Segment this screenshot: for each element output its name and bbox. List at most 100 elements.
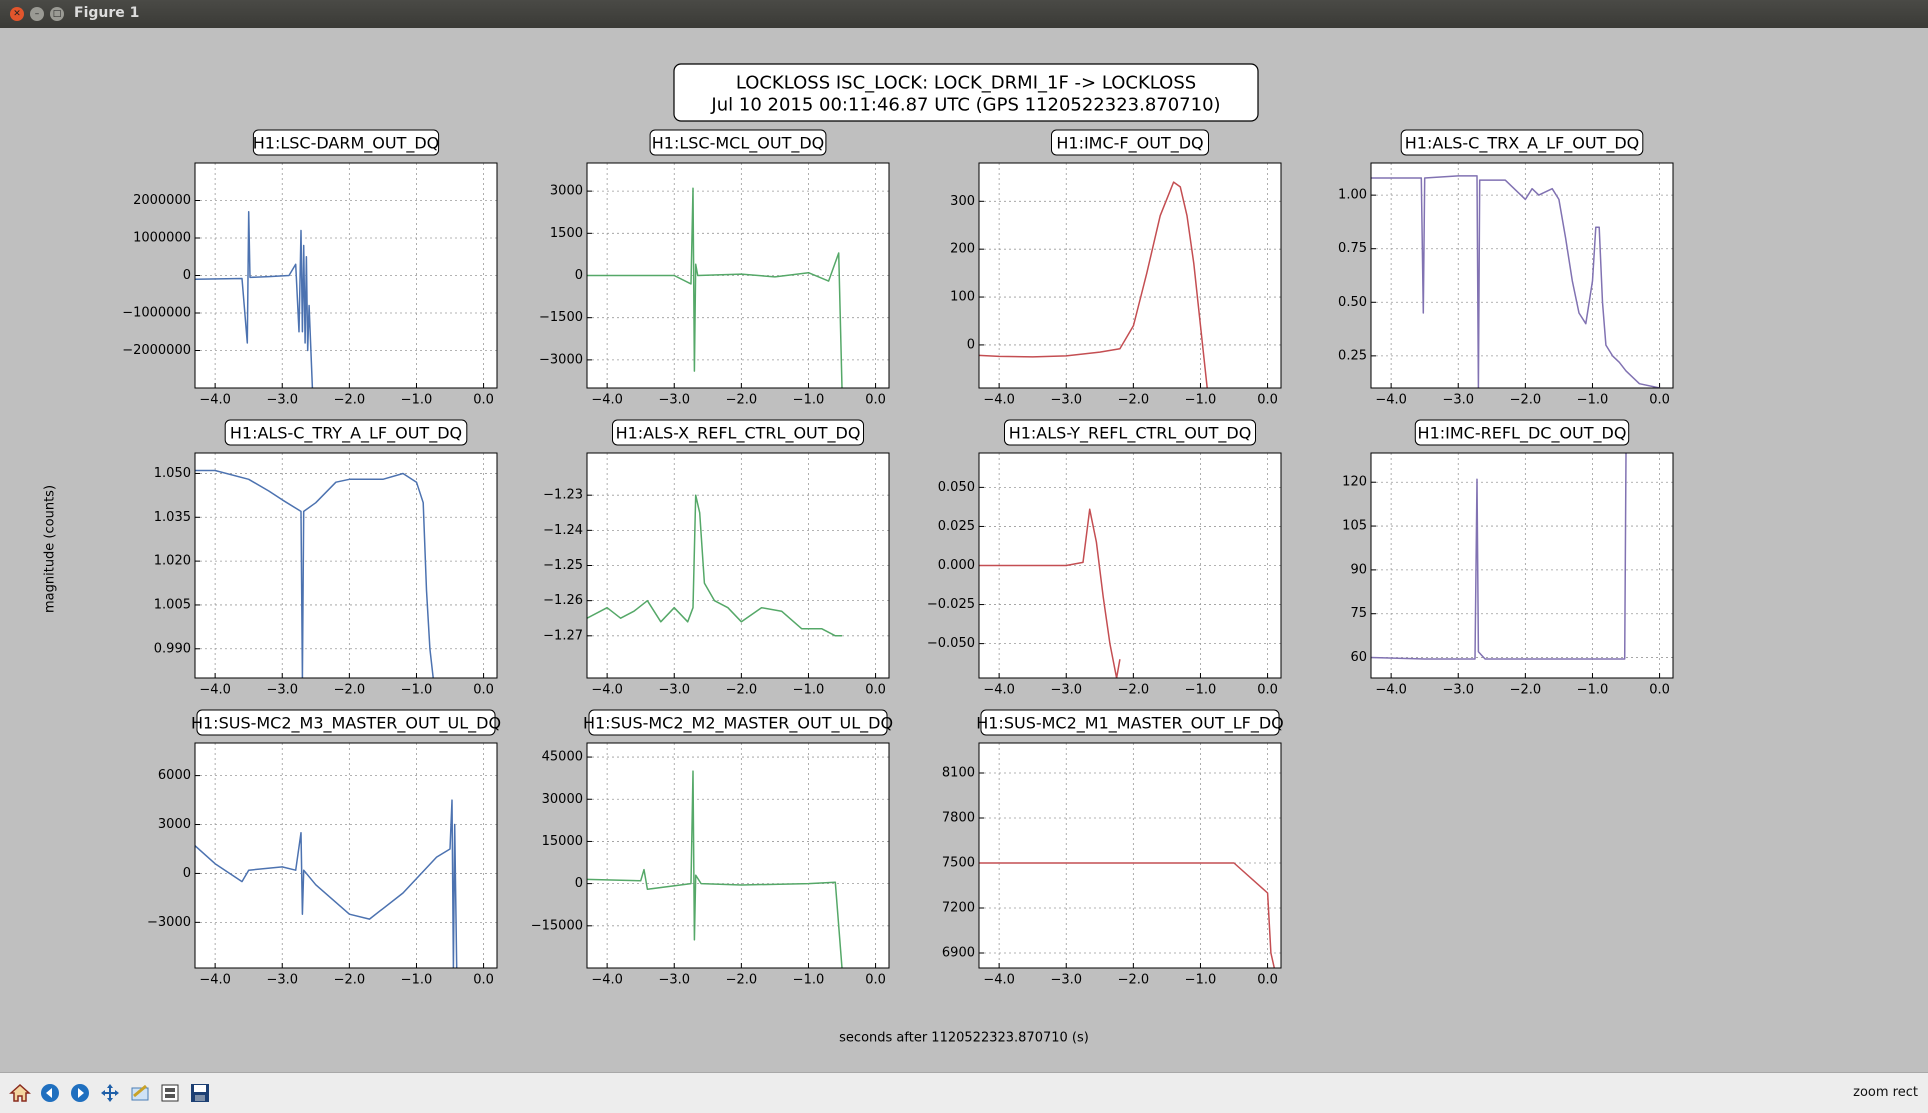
figure-svg: LOCKLOSS ISC_LOCK: LOCK_DRMI_1F -> LOCKL… <box>43 63 1674 1046</box>
x-tick-label: −4.0 <box>199 683 231 698</box>
y-tick-label: 75 <box>1350 606 1367 621</box>
subplot-4[interactable]: H1:ALS-C_TRX_A_LF_OUT_DQ −4.0 −3.0 −2.0 −1.0… <box>1338 129 1674 408</box>
y-tick-label: 120 <box>1342 475 1367 490</box>
x-tick-label: −3.0 <box>266 683 298 698</box>
y-tick-label: −1.23 <box>543 488 583 503</box>
y-tick-label: 0 <box>575 268 583 283</box>
subplots-icon[interactable] <box>158 1081 182 1105</box>
subplot-9[interactable]: H1:SUS-MC2_M3_MASTER_OUT_UL_DQ −4.0 −3.0 −2… <box>147 709 501 988</box>
x-tick-label: −4.0 <box>983 973 1015 988</box>
y-tick-label: −2000000 <box>122 343 191 358</box>
subplot-title: H1:ALS-Y_REFL_CTRL_OUT_DQ <box>1009 424 1252 444</box>
x-tick-label: −3.0 <box>658 393 690 408</box>
y-tick-label: −1.25 <box>543 558 583 573</box>
subplot-7[interactable]: H1:ALS-Y_REFL_CTRL_OUT_DQ −4.0 −3.0 −2.0 −1.… <box>927 419 1282 698</box>
x-tick-label: 0.0 <box>1649 393 1670 408</box>
x-tick-label: −2.0 <box>1118 683 1150 698</box>
x-tick-label: −2.0 <box>726 393 758 408</box>
y-tick-label: 0.990 <box>154 641 191 656</box>
x-tick-label: 0.0 <box>1257 683 1278 698</box>
x-tick-label: −1.0 <box>1185 393 1217 408</box>
y-tick-label: 0 <box>967 337 975 352</box>
plot-area <box>979 163 1281 388</box>
x-tick-label: −3.0 <box>266 973 298 988</box>
y-tick-label: 0.050 <box>938 480 975 495</box>
subplot-title: H1:IMC-REFL_DC_OUT_DQ <box>1418 424 1627 444</box>
y-tick-label: 8100 <box>942 766 975 781</box>
figure-ylabel: magnitude (counts) <box>43 485 58 613</box>
x-tick-label: 0.0 <box>865 683 886 698</box>
y-tick-label: −1500 <box>539 310 583 325</box>
y-tick-label: 2000000 <box>133 193 191 208</box>
subplot-5[interactable]: H1:ALS-C_TRY_A_LF_OUT_DQ −4.0 −3.0 −2.0 −1.0… <box>154 419 498 698</box>
subplot-10[interactable]: H1:SUS-MC2_M2_MASTER_OUT_UL_DQ −4.0 −3.0 −2… <box>531 709 893 988</box>
x-tick-label: 0.0 <box>865 973 886 988</box>
subplot-8[interactable]: H1:IMC-REFL_DC_OUT_DQ −4.0 −3.0 −2.0 −1.0 0.0… <box>1342 419 1674 698</box>
plot-area <box>195 453 497 678</box>
subplot-title: H1:SUS-MC2_M2_MASTER_OUT_UL_DQ <box>583 714 893 734</box>
x-tick-label: −4.0 <box>983 393 1015 408</box>
close-window-icon[interactable]: ✕ <box>10 7 24 21</box>
y-tick-label: −1.27 <box>543 628 583 643</box>
y-tick-label: −0.050 <box>927 636 975 651</box>
y-tick-label: 1.020 <box>154 554 191 569</box>
x-tick-label: −3.0 <box>1050 393 1082 408</box>
forward-arrow-icon[interactable] <box>68 1081 92 1105</box>
subplot-1[interactable]: H1:LSC-DARM_OUT_DQ −4.0 −3.0 −2.0 −1.0 0.0 200… <box>122 129 498 408</box>
y-tick-label: 90 <box>1350 562 1367 577</box>
y-tick-label: 30000 <box>542 792 583 807</box>
y-tick-label: 0 <box>183 866 191 881</box>
save-icon[interactable] <box>188 1081 212 1105</box>
y-tick-label: 0.50 <box>1338 295 1367 310</box>
pan-icon[interactable] <box>98 1081 122 1105</box>
subplot-title: H1:LSC-DARM_OUT_DQ <box>253 134 440 154</box>
x-tick-label: −3.0 <box>658 683 690 698</box>
x-tick-label: −1.0 <box>1185 973 1217 988</box>
y-tick-label: −1.24 <box>543 523 583 538</box>
x-tick-label: −4.0 <box>1375 393 1407 408</box>
subplot-11[interactable]: H1:SUS-MC2_M1_MASTER_OUT_LF_DQ −4.0 −3.0 −2… <box>942 709 1284 988</box>
toolbar-status: zoom rect <box>1853 1085 1918 1100</box>
y-tick-label: 3000 <box>550 184 583 199</box>
x-tick-label: −3.0 <box>1050 683 1082 698</box>
y-tick-label: 105 <box>1342 519 1367 534</box>
x-tick-label: −1.0 <box>1185 683 1217 698</box>
zoom-icon[interactable] <box>128 1081 152 1105</box>
x-tick-label: −1.0 <box>401 393 433 408</box>
y-tick-label: 1.035 <box>154 510 191 525</box>
home-icon[interactable] <box>8 1081 32 1105</box>
x-tick-label: 0.0 <box>1257 393 1278 408</box>
x-tick-label: −2.0 <box>726 683 758 698</box>
y-tick-label: 100 <box>950 290 975 305</box>
x-tick-label: −1.0 <box>793 393 825 408</box>
x-tick-label: −2.0 <box>1118 973 1150 988</box>
plot-area <box>979 743 1281 968</box>
x-tick-label: −2.0 <box>1510 393 1542 408</box>
back-arrow-icon[interactable] <box>38 1081 62 1105</box>
maximize-window-icon[interactable]: □ <box>50 7 64 21</box>
subplot-2[interactable]: H1:LSC-MCL_OUT_DQ −4.0 −3.0 −2.0 −1.0 0.0 3000… <box>539 129 890 408</box>
x-tick-label: −3.0 <box>266 393 298 408</box>
x-tick-label: −3.0 <box>1050 973 1082 988</box>
x-tick-label: −2.0 <box>334 683 366 698</box>
y-tick-label: 60 <box>1350 650 1367 665</box>
minimize-window-icon[interactable]: – <box>30 7 44 21</box>
y-tick-label: 1500 <box>550 226 583 241</box>
y-tick-label: −1000000 <box>122 306 191 321</box>
figure-canvas[interactable]: LOCKLOSS ISC_LOCK: LOCK_DRMI_1F -> LOCKL… <box>6 28 1922 1070</box>
subplot-6[interactable]: H1:ALS-X_REFL_CTRL_OUT_DQ −4.0 −3.0 −2.0 −1.… <box>543 419 890 698</box>
figure-title-box: LOCKLOSS ISC_LOCK: LOCK_DRMI_1F -> LOCKL… <box>673 63 1259 122</box>
x-tick-label: −4.0 <box>199 973 231 988</box>
y-tick-label: 6000 <box>158 768 191 783</box>
x-tick-label: −2.0 <box>726 973 758 988</box>
y-tick-label: −3000 <box>539 352 583 367</box>
subplot-3[interactable]: H1:IMC-F_OUT_DQ −4.0 −3.0 −2.0 −1.0 0.0 300 200… <box>950 129 1282 408</box>
plot-area <box>195 743 497 968</box>
y-tick-label: −3000 <box>147 915 191 930</box>
x-tick-label: −1.0 <box>1577 683 1609 698</box>
x-tick-label: 0.0 <box>473 683 494 698</box>
subplot-title: H1:SUS-MC2_M1_MASTER_OUT_LF_DQ <box>976 714 1284 734</box>
y-tick-label: 0.025 <box>938 519 975 534</box>
x-tick-label: 0.0 <box>1649 683 1670 698</box>
x-tick-label: −1.0 <box>793 683 825 698</box>
